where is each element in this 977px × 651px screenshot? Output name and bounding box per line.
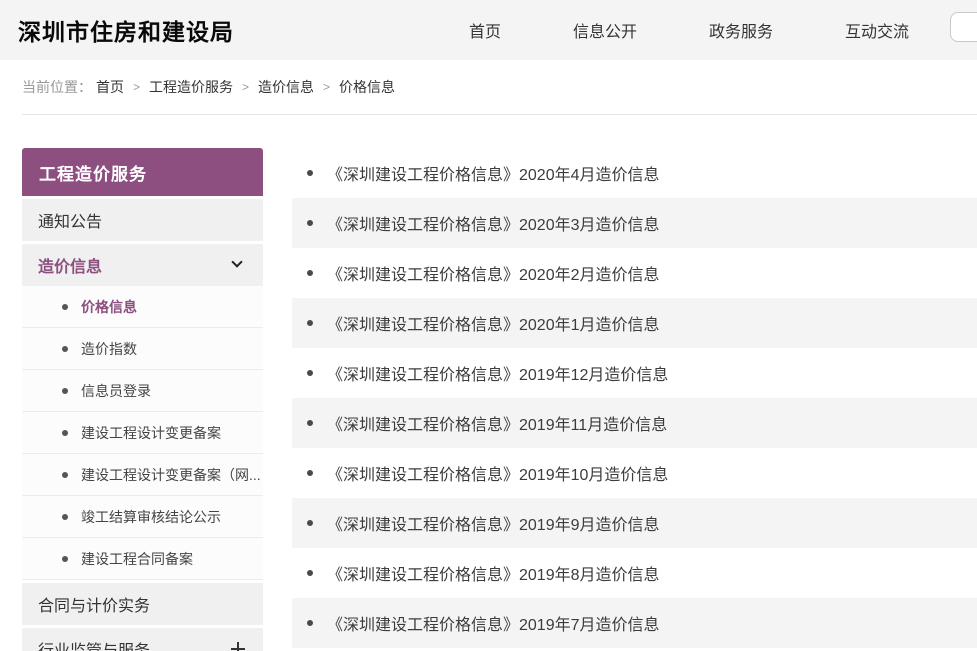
- breadcrumb-separator: >: [133, 80, 140, 94]
- list-item-title: 《深圳建设工程价格信息》2019年11月造价信息: [327, 411, 667, 435]
- sidebar-subitem-label: 造价指数: [81, 339, 137, 359]
- bullet-icon: [62, 388, 68, 394]
- breadcrumb-separator: >: [242, 80, 249, 94]
- list-item-title: 《深圳建设工程价格信息》2019年9月造价信息: [327, 511, 660, 535]
- list-item-title: 《深圳建设工程价格信息》2020年3月造价信息: [327, 211, 660, 235]
- top-nav: 首页 信息公开 政务服务 互动交流: [469, 0, 909, 60]
- bullet-icon: [307, 470, 313, 476]
- list-item[interactable]: 《深圳建设工程价格信息》2019年10月造价信息: [292, 448, 977, 498]
- breadcrumb-link[interactable]: 造价信息: [258, 77, 314, 97]
- article-list: 《深圳建设工程价格信息》2020年4月造价信息 《深圳建设工程价格信息》2020…: [292, 148, 977, 648]
- bullet-icon: [62, 346, 68, 352]
- bullet-icon: [62, 556, 68, 562]
- list-item-title: 《深圳建设工程价格信息》2020年2月造价信息: [327, 261, 660, 285]
- top-nav-item[interactable]: 政务服务: [709, 18, 773, 42]
- bullet-icon: [307, 320, 313, 326]
- breadcrumb-link[interactable]: 工程造价服务: [149, 77, 233, 97]
- sidebar-item-label: 行业监管与服务: [38, 637, 150, 651]
- sidebar-item-label: 造价信息: [38, 253, 102, 277]
- sidebar-subitem[interactable]: 建设工程合同备案: [22, 538, 263, 580]
- list-item[interactable]: 《深圳建设工程价格信息》2019年9月造价信息: [292, 498, 977, 548]
- bullet-icon: [307, 170, 313, 176]
- search-input[interactable]: [950, 12, 977, 42]
- sidebar-subitem[interactable]: 信息员登录: [22, 370, 263, 412]
- list-item[interactable]: 《深圳建设工程价格信息》2020年4月造价信息: [292, 148, 977, 198]
- list-item-title: 《深圳建设工程价格信息》2019年12月造价信息: [327, 361, 668, 385]
- bullet-icon: [307, 570, 313, 576]
- top-nav-item[interactable]: 互动交流: [845, 18, 909, 42]
- list-item-title: 《深圳建设工程价格信息》2020年1月造价信息: [327, 311, 660, 335]
- sidebar-subitem[interactable]: 建设工程设计变更备案: [22, 412, 263, 454]
- bullet-icon: [62, 514, 68, 520]
- sidebar-subitem[interactable]: 价格信息: [22, 286, 263, 328]
- sidebar-subitem-label: 建设工程合同备案: [81, 549, 193, 569]
- sidebar-item[interactable]: 通知公告: [22, 199, 263, 241]
- list-item[interactable]: 《深圳建设工程价格信息》2020年2月造价信息: [292, 248, 977, 298]
- sidebar-item[interactable]: 造价信息: [22, 244, 263, 286]
- breadcrumb-link[interactable]: 价格信息: [339, 77, 395, 97]
- sidebar-item-label: 合同与计价实务: [38, 592, 150, 616]
- list-item[interactable]: 《深圳建设工程价格信息》2019年12月造价信息: [292, 348, 977, 398]
- sidebar-subitem-label: 竣工结算审核结论公示: [81, 507, 221, 527]
- bullet-icon: [307, 520, 313, 526]
- sidebar: 工程造价服务 通知公告 造价信息 价格信息 造价指数 信息员登录 建设工程设计变…: [22, 148, 263, 651]
- sidebar-subitem[interactable]: 建设工程设计变更备案（网...: [22, 454, 263, 496]
- breadcrumb: 当前位置： 首页 > 工程造价服务 > 造价信息 > 价格信息: [22, 60, 977, 115]
- plus-icon: [231, 642, 245, 651]
- breadcrumb-bar: 当前位置： 首页 > 工程造价服务 > 造价信息 > 价格信息: [0, 60, 977, 117]
- bullet-icon: [307, 420, 313, 426]
- list-item-title: 《深圳建设工程价格信息》2019年10月造价信息: [327, 461, 668, 485]
- bullet-icon: [307, 270, 313, 276]
- bullet-icon: [62, 304, 68, 310]
- top-nav-item[interactable]: 信息公开: [573, 18, 637, 42]
- sidebar-item[interactable]: 合同与计价实务: [22, 583, 263, 625]
- bullet-icon: [307, 220, 313, 226]
- chevron-down-icon: [231, 256, 242, 267]
- bullet-icon: [307, 370, 313, 376]
- bullet-icon: [62, 472, 68, 478]
- breadcrumb-label: 当前位置：: [22, 77, 92, 97]
- sidebar-subitem-label: 价格信息: [81, 297, 137, 317]
- sidebar-title: 工程造价服务: [22, 148, 263, 196]
- list-item-title: 《深圳建设工程价格信息》2019年8月造价信息: [327, 561, 660, 585]
- sidebar-subitem-label: 建设工程设计变更备案（网...: [81, 465, 261, 485]
- bullet-icon: [62, 430, 68, 436]
- list-item[interactable]: 《深圳建设工程价格信息》2019年8月造价信息: [292, 548, 977, 598]
- sidebar-item-label: 通知公告: [38, 208, 102, 232]
- sidebar-subitem-label: 信息员登录: [81, 381, 151, 401]
- list-item[interactable]: 《深圳建设工程价格信息》2020年3月造价信息: [292, 198, 977, 248]
- breadcrumb-link[interactable]: 首页: [96, 77, 124, 97]
- site-title[interactable]: 深圳市住房和建设局: [18, 0, 234, 60]
- sidebar-item[interactable]: 行业监管与服务: [22, 628, 263, 651]
- list-item[interactable]: 《深圳建设工程价格信息》2019年7月造价信息: [292, 598, 977, 648]
- site-header: 深圳市住房和建设局 首页 信息公开 政务服务 互动交流: [0, 0, 977, 60]
- list-item[interactable]: 《深圳建设工程价格信息》2019年11月造价信息: [292, 398, 977, 448]
- sidebar-subitem-label: 建设工程设计变更备案: [81, 423, 221, 443]
- sidebar-menu: 通知公告 造价信息 价格信息 造价指数 信息员登录 建设工程设计变更备案 建设工…: [22, 199, 263, 651]
- bullet-icon: [307, 620, 313, 626]
- list-item-title: 《深圳建设工程价格信息》2019年7月造价信息: [327, 611, 660, 635]
- sidebar-subitem[interactable]: 竣工结算审核结论公示: [22, 496, 263, 538]
- list-item[interactable]: 《深圳建设工程价格信息》2020年1月造价信息: [292, 298, 977, 348]
- list-item-title: 《深圳建设工程价格信息》2020年4月造价信息: [327, 161, 660, 185]
- top-nav-item[interactable]: 首页: [469, 18, 501, 42]
- sidebar-subitem[interactable]: 造价指数: [22, 328, 263, 370]
- breadcrumb-separator: >: [323, 80, 330, 94]
